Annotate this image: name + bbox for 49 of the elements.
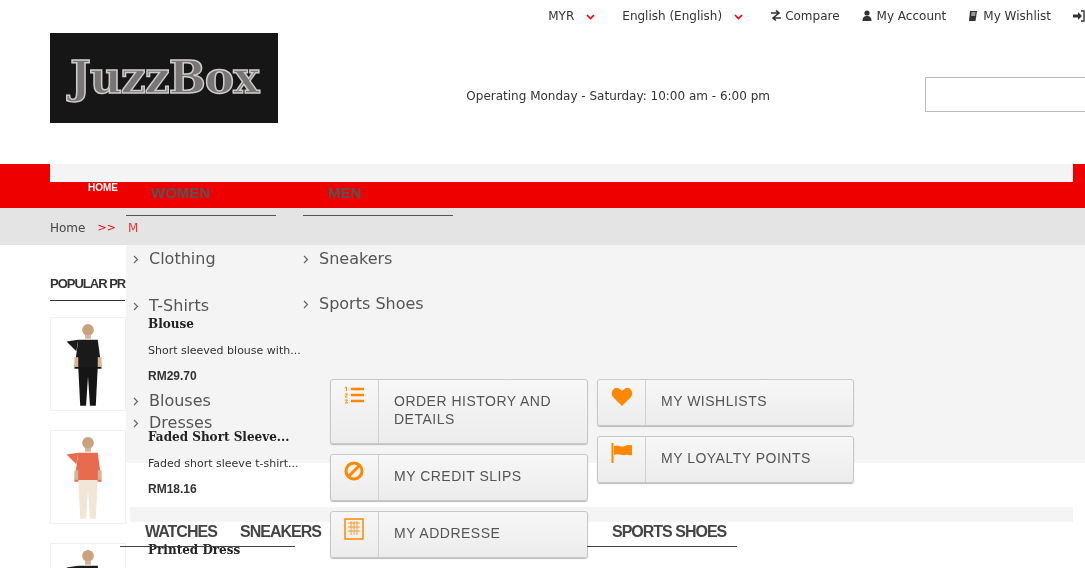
menu-item[interactable]: Sneakers	[303, 250, 393, 268]
menu-item[interactable]: Blouses	[133, 392, 211, 410]
top-link[interactable]: Compare	[770, 7, 840, 25]
book-icon	[968, 10, 980, 22]
product-description: Faded short sleeve t-shirt...	[148, 457, 299, 470]
product-price: RM29.70	[148, 369, 198, 383]
caret-icon	[734, 12, 744, 20]
chevron-icon	[133, 418, 139, 428]
account-button[interactable]: ORDER HISTORY AND DETAILS	[330, 379, 588, 444]
account-button[interactable]: MY CREDIT SLIPS	[330, 454, 588, 501]
menu-heading[interactable]: SNEAKERS	[240, 522, 321, 541]
product-description: Short sleeved blouse with...	[148, 344, 301, 357]
section-title: POPULAR PR	[50, 275, 126, 301]
heart-icon	[610, 386, 633, 408]
breadcrumb-separator: >>	[97, 219, 116, 236]
chevron-icon	[303, 299, 309, 309]
search-field[interactable]	[925, 77, 1085, 112]
account-button[interactable]: MY ADDRESSE	[330, 511, 588, 558]
menu-heading[interactable]: WATCHES	[145, 522, 217, 541]
menu-item[interactable]: Clothing	[133, 250, 216, 268]
building-icon	[343, 518, 366, 540]
product-name[interactable]: Printed Dress	[148, 543, 241, 558]
nav-item[interactable]: HOME	[75, 180, 118, 195]
menu-item[interactable]: Sports Shoes	[303, 295, 424, 313]
chevron-icon	[133, 396, 139, 406]
arrows-icon	[770, 10, 782, 22]
menu-item[interactable]: T-Shirts	[133, 297, 209, 315]
product-name[interactable]: Blouse	[148, 317, 301, 332]
chevron-icon	[133, 301, 139, 311]
breadcrumb-link[interactable]: Home	[50, 219, 86, 237]
top-link[interactable]: My Wishlist	[968, 7, 1051, 25]
chevron-icon	[133, 254, 139, 264]
account-button[interactable]: MY WISHLISTS	[597, 379, 854, 426]
user-icon	[861, 10, 873, 22]
account-button[interactable]: MY LOYALTY POINTS	[597, 436, 854, 483]
caret-icon	[586, 12, 596, 20]
menu-item[interactable]: Dresses	[133, 414, 213, 432]
operating-hours: Operating Monday - Saturday: 10:00 am - 6:00 pm	[466, 88, 770, 105]
menu-heading[interactable]: SPORTS SHOES	[612, 522, 727, 541]
product-price: RM18.16	[148, 482, 198, 496]
sign-in-icon[interactable]	[1073, 10, 1085, 22]
top-link[interactable]: My Account	[861, 7, 947, 25]
flag-icon	[610, 443, 633, 465]
logo[interactable]: JuzzBox	[50, 33, 279, 123]
ban-icon	[343, 461, 366, 483]
chevron-icon	[303, 254, 309, 264]
dropdown-toggle[interactable]: English (English)	[622, 7, 744, 25]
product-name[interactable]: Faded Short Sleeve...	[148, 430, 299, 445]
dropdown-toggle[interactable]: MYR	[548, 7, 596, 25]
